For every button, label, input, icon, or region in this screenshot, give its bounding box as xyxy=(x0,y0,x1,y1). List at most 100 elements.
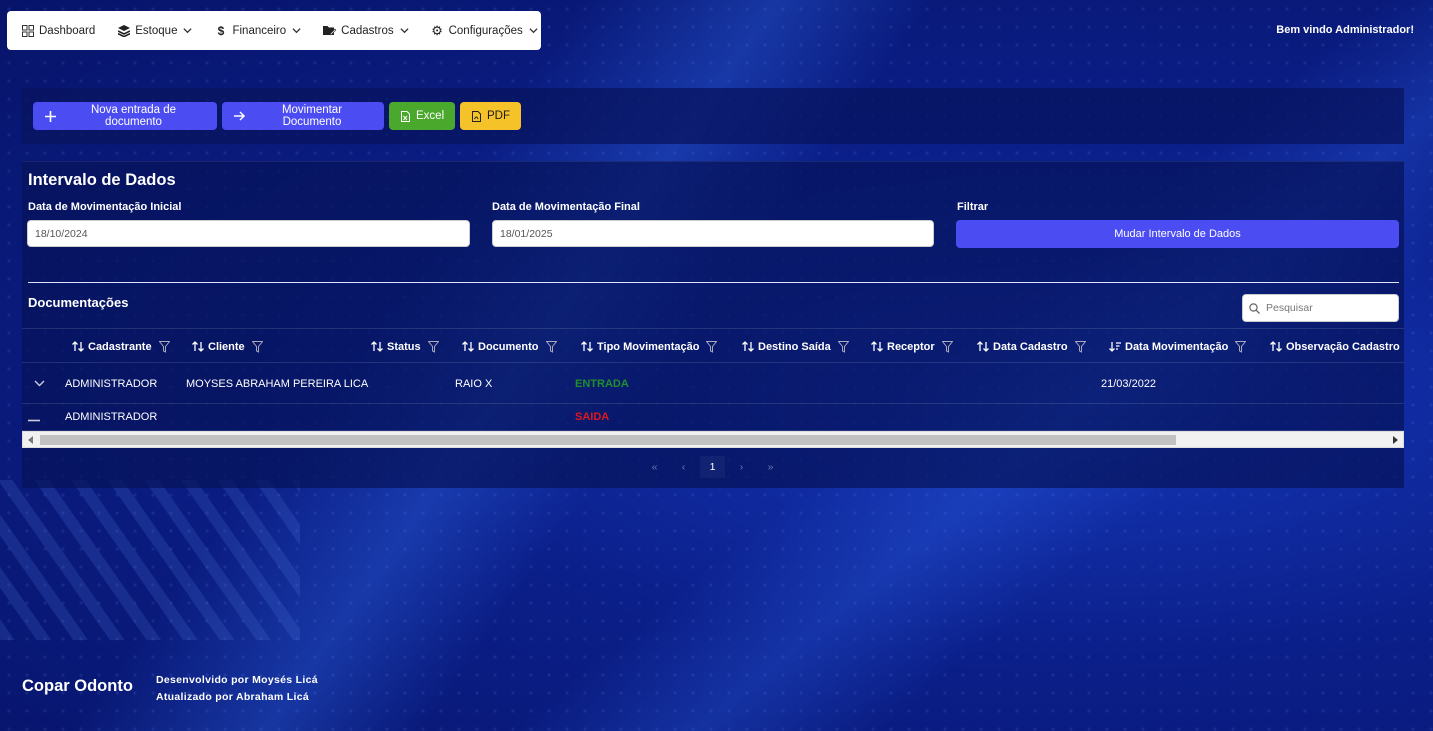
scroll-right-icon[interactable] xyxy=(1390,435,1400,445)
cell-cliente: MOYSES ABRAHAM PEREIRA LICA xyxy=(186,377,369,390)
button-label: Nova entrada de documento xyxy=(90,104,177,128)
cell-documento: RAIO X xyxy=(455,377,493,390)
filter-icon[interactable] xyxy=(158,340,170,353)
sort-icon[interactable] xyxy=(871,341,883,352)
sort-desc-icon[interactable] xyxy=(1109,341,1121,352)
column-label: Data Cadastro xyxy=(993,340,1068,353)
col-tipo-movimentacao[interactable]: Tipo Movimentação xyxy=(581,329,718,364)
col-observacao-cadastro[interactable]: Observação Cadastro xyxy=(1270,329,1400,364)
developer-credit: Desenvolvido por Moysés Licá xyxy=(156,674,318,686)
first-page-icon[interactable]: « xyxy=(642,456,667,478)
sort-icon[interactable] xyxy=(371,341,383,352)
search-input[interactable]: Pesquisar xyxy=(1266,302,1313,314)
scroll-left-icon[interactable] xyxy=(26,435,36,445)
pagination: « ‹ 1 › » xyxy=(642,456,783,478)
sort-icon[interactable] xyxy=(462,341,474,352)
expand-row-icon[interactable] xyxy=(34,364,45,403)
filter-icon[interactable] xyxy=(427,340,439,353)
dollar-icon: $ xyxy=(217,23,225,38)
sort-icon[interactable] xyxy=(192,341,204,352)
column-label: Destino Saída xyxy=(758,340,831,353)
button-label: Movimentar Documento xyxy=(281,104,343,128)
nav-estoque[interactable]: Estoque xyxy=(117,24,193,37)
page-number[interactable]: 1 xyxy=(700,456,725,478)
action-toolbar: Nova entrada de documento Movimentar Doc… xyxy=(22,88,1404,144)
next-page-icon[interactable]: › xyxy=(729,456,754,478)
chevron-down-icon xyxy=(292,28,301,34)
sort-icon[interactable] xyxy=(977,341,989,352)
collapse-row-icon[interactable] xyxy=(28,404,40,430)
top-navbar: Dashboard Estoque $ Financeiro Cadastros… xyxy=(7,11,541,50)
filter-icon[interactable] xyxy=(1235,340,1247,353)
filter-icon[interactable] xyxy=(251,340,263,353)
col-receptor[interactable]: Receptor xyxy=(871,329,953,364)
move-document-button[interactable]: Movimentar Documento xyxy=(222,102,384,130)
column-label: Receptor xyxy=(887,340,935,353)
layers-icon xyxy=(117,24,130,37)
last-page-icon[interactable]: » xyxy=(758,456,783,478)
sort-icon[interactable] xyxy=(1270,341,1282,352)
new-entry-button[interactable]: Nova entrada de documento xyxy=(33,102,217,130)
plus-icon xyxy=(45,110,56,122)
cell-cadastrante: ADMINISTRADOR xyxy=(65,411,158,423)
filter-icon[interactable] xyxy=(545,340,557,353)
file-excel-icon xyxy=(401,110,410,122)
button-label: Excel xyxy=(416,110,445,122)
col-documento[interactable]: Documento xyxy=(462,329,557,364)
col-data-cadastro[interactable]: Data Cadastro xyxy=(977,329,1086,364)
cell-tipo-movimentacao: SAIDA xyxy=(575,411,610,423)
filter-icon[interactable] xyxy=(1074,340,1086,353)
chevron-down-icon xyxy=(183,28,193,34)
prev-page-icon[interactable]: ‹ xyxy=(671,456,696,478)
column-label: Observação Cadastro xyxy=(1286,340,1400,353)
column-label: Data Movimentação xyxy=(1125,340,1229,353)
table-row[interactable]: ADMINISTRADOR SAIDA xyxy=(22,404,1404,431)
column-label: Cliente xyxy=(208,340,245,353)
filter-icon[interactable] xyxy=(706,340,718,353)
column-label: Cadastrante xyxy=(88,340,152,353)
end-date-input[interactable]: 18/01/2025 xyxy=(492,220,934,247)
start-date-input[interactable]: 18/10/2024 xyxy=(27,220,470,247)
column-label: Status xyxy=(387,340,421,353)
cell-tipo-movimentacao: ENTRADA xyxy=(575,377,629,390)
start-date-label: Data de Movimentação Inicial xyxy=(28,201,182,213)
column-label: Documento xyxy=(478,340,539,353)
nav-label: Estoque xyxy=(135,24,178,37)
sort-icon[interactable] xyxy=(742,341,754,352)
col-cliente[interactable]: Cliente xyxy=(192,329,263,364)
nav-configuracoes[interactable]: ⚙ Configurações xyxy=(431,23,538,38)
end-date-label: Data de Movimentação Final xyxy=(492,201,640,213)
button-label: PDF xyxy=(487,110,510,122)
col-destino-saida[interactable]: Destino Saída xyxy=(742,329,849,364)
nav-cadastros[interactable]: Cadastros xyxy=(323,24,409,37)
table-row[interactable]: ADMINISTRADOR MOYSES ABRAHAM PEREIRA LIC… xyxy=(22,364,1404,404)
chevron-down-icon xyxy=(400,28,409,34)
nav-dashboard[interactable]: Dashboard xyxy=(21,24,95,37)
col-cadastrante[interactable]: Cadastrante xyxy=(72,329,170,364)
col-status[interactable]: Status xyxy=(371,329,439,364)
nav-financeiro[interactable]: $ Financeiro xyxy=(214,23,301,38)
folder-edit-icon xyxy=(323,24,337,37)
cell-cadastrante: ADMINISTRADOR xyxy=(65,377,158,390)
sort-icon[interactable] xyxy=(72,341,84,352)
col-data-movimentacao[interactable]: Data Movimentação xyxy=(1109,329,1247,364)
nav-label: Dashboard xyxy=(39,24,96,37)
column-label: Tipo Movimentação xyxy=(597,340,700,353)
documents-title: Documentações xyxy=(28,295,129,310)
pdf-export-button[interactable]: PDF xyxy=(460,102,521,130)
change-interval-button[interactable]: Mudar Intervalo de Dados xyxy=(956,220,1399,248)
search-box[interactable]: Pesquisar xyxy=(1242,294,1399,322)
nav-label: Cadastros xyxy=(341,24,394,37)
horizontal-scrollbar[interactable] xyxy=(22,431,1404,448)
filter-icon[interactable] xyxy=(941,340,953,353)
cell-data-movimentacao: 21/03/2022 xyxy=(1101,377,1157,390)
arrow-right-icon xyxy=(234,111,246,121)
table-header: Cadastrante Cliente Status Documento Tip… xyxy=(22,328,1404,363)
filter-icon[interactable] xyxy=(837,340,849,353)
excel-export-button[interactable]: Excel xyxy=(389,102,455,130)
nav-label: Configurações xyxy=(448,24,523,37)
nav-label: Financeiro xyxy=(232,24,287,37)
scrollbar-thumb[interactable] xyxy=(40,435,1176,445)
sort-icon[interactable] xyxy=(581,341,593,352)
welcome-message: Bem vindo Administrador! xyxy=(1276,24,1414,36)
